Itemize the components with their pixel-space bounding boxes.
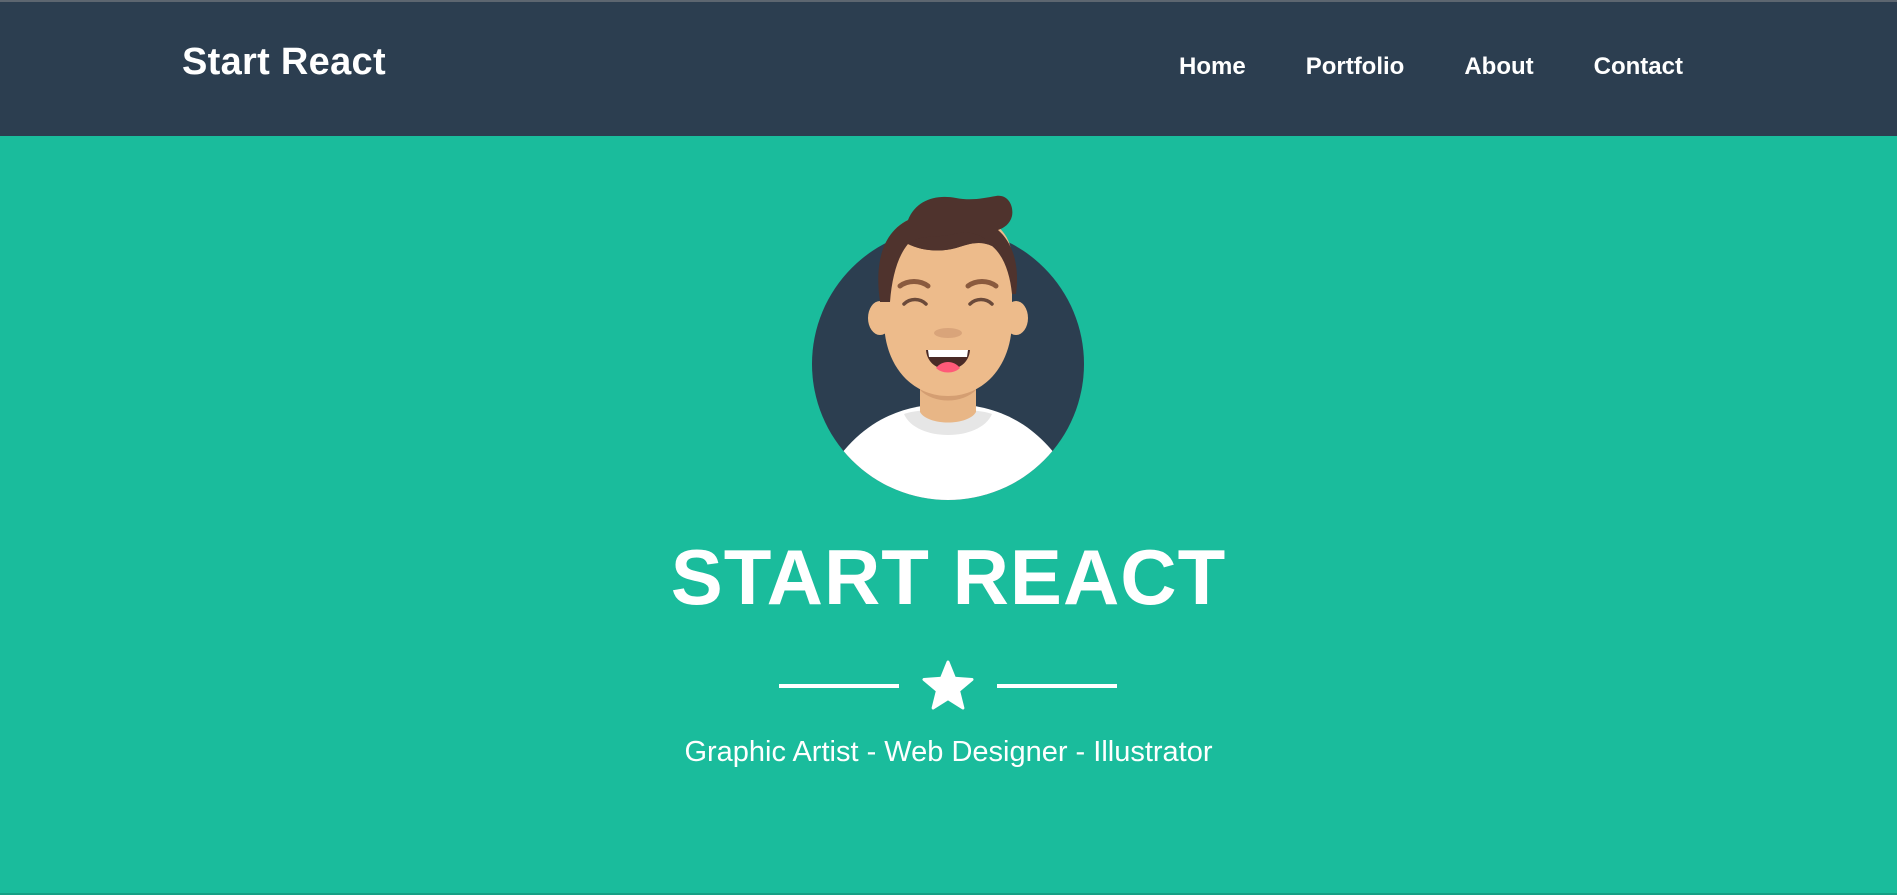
divider-line-left [779, 684, 899, 688]
divider-line-right [997, 684, 1117, 688]
brand-link[interactable]: Start React [182, 38, 386, 87]
hero-title: START REACT [670, 533, 1227, 621]
nav-link-home[interactable]: Home [1179, 53, 1246, 82]
nav-link-contact[interactable]: Contact [1594, 53, 1683, 82]
avatar-illustration [808, 190, 1088, 504]
nav-link-about[interactable]: About [1464, 53, 1533, 82]
nav-menu: Home Portfolio About Contact [1179, 53, 1683, 82]
navbar: Start React Home Portfolio About Contact [0, 2, 1897, 136]
nav-link-portfolio[interactable]: Portfolio [1306, 53, 1405, 82]
hero-subtitle: Graphic Artist - Web Designer - Illustra… [684, 736, 1213, 768]
star-icon [920, 658, 976, 714]
star-divider [779, 658, 1117, 714]
